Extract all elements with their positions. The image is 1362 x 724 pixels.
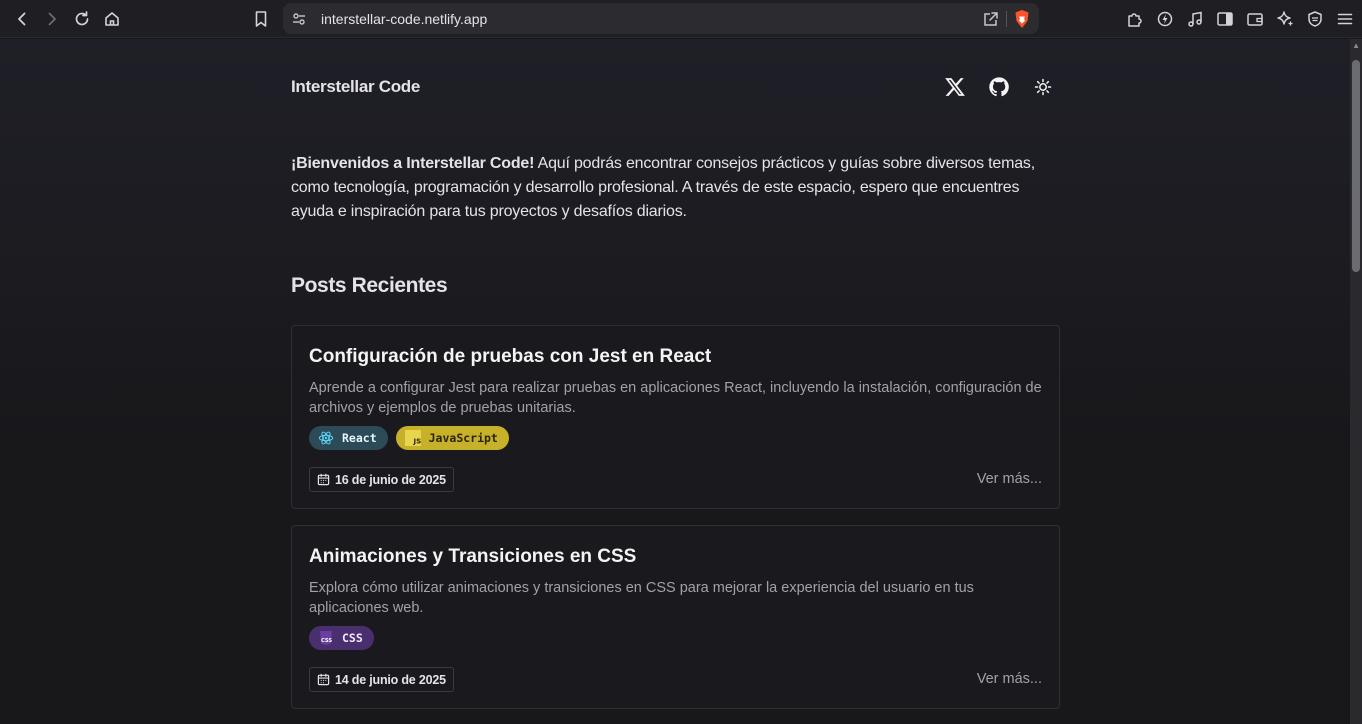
tag-javascript: JS JavaScript xyxy=(395,426,509,450)
brave-shields-icon[interactable] xyxy=(1013,9,1031,29)
post-card[interactable]: Animaciones y Transiciones en CSS Explor… xyxy=(291,525,1060,709)
site-title[interactable]: Interstellar Code xyxy=(291,77,420,97)
section-heading: Posts Recientes xyxy=(291,274,448,297)
read-more-link[interactable]: Ver más... xyxy=(977,671,1042,687)
x-logo-icon[interactable] xyxy=(940,72,970,102)
post-description: Aprende a configurar Jest para realizar … xyxy=(309,380,1042,416)
back-icon[interactable] xyxy=(7,4,37,34)
wallet-icon[interactable] xyxy=(1240,4,1270,34)
tag-list: React JS JavaScript xyxy=(309,426,509,450)
sidebar-icon[interactable] xyxy=(1210,4,1240,34)
vpn-shield-icon[interactable] xyxy=(1300,4,1330,34)
post-date-text: 14 de junio de 2025 xyxy=(335,672,446,687)
tag-label: React xyxy=(342,431,377,445)
scroll-up-icon[interactable]: ▲ xyxy=(1352,41,1360,50)
intro-paragraph: ¡Bienvenidos a Interstellar Code! Aquí p… xyxy=(291,152,1061,224)
tag-css: CSS CSS xyxy=(309,626,374,650)
post-date-text: 16 de junio de 2025 xyxy=(335,472,446,487)
calendar-icon xyxy=(317,673,330,686)
react-icon xyxy=(318,430,334,446)
page-content: Interstellar Code ¡Bienvenidos a Interst… xyxy=(0,39,1350,724)
browser-toolbar: interstellar-code.netlify.app xyxy=(0,0,1362,38)
post-description: Explora cómo utilizar animaciones y tran… xyxy=(309,580,974,616)
tag-label: JavaScript xyxy=(428,431,498,445)
forward-icon[interactable] xyxy=(37,4,67,34)
svg-text:JS: JS xyxy=(412,438,421,446)
header-actions xyxy=(940,72,1058,102)
post-card[interactable]: Configuración de pruebas con Jest en Rea… xyxy=(291,325,1060,509)
github-icon[interactable] xyxy=(984,72,1014,102)
url-text[interactable]: interstellar-code.netlify.app xyxy=(321,11,487,27)
leo-icon[interactable] xyxy=(1150,4,1180,34)
sun-icon[interactable] xyxy=(1028,72,1058,102)
puzzle-icon[interactable] xyxy=(1120,4,1150,34)
javascript-icon: JS xyxy=(404,430,421,446)
share-icon[interactable] xyxy=(982,10,1000,28)
music-icon[interactable] xyxy=(1180,4,1210,34)
bookmark-icon[interactable] xyxy=(246,4,276,34)
tag-label: CSS xyxy=(342,631,363,645)
url-separator xyxy=(1006,10,1007,27)
calendar-icon xyxy=(317,473,330,486)
ai-sparkle-icon[interactable] xyxy=(1270,4,1300,34)
post-date: 16 de junio de 2025 xyxy=(309,467,454,492)
reload-icon[interactable] xyxy=(67,4,97,34)
intro-bold: ¡Bienvenidos a Interstellar Code! xyxy=(291,155,535,172)
read-more-link[interactable]: Ver más... xyxy=(977,471,1042,487)
home-icon[interactable] xyxy=(97,4,127,34)
nav-buttons xyxy=(7,4,127,34)
menu-icon[interactable] xyxy=(1330,4,1360,34)
post-date: 14 de junio de 2025 xyxy=(309,667,454,692)
tag-list: CSS CSS xyxy=(309,626,374,650)
extensions-bar xyxy=(1120,4,1360,34)
scrollbar-thumb[interactable] xyxy=(1352,60,1360,272)
svg-text:CSS: CSS xyxy=(321,638,332,644)
css-icon: CSS xyxy=(318,630,334,646)
site-settings-icon[interactable] xyxy=(285,12,313,26)
post-title[interactable]: Configuración de pruebas con Jest en Rea… xyxy=(309,346,711,368)
post-title[interactable]: Animaciones y Transiciones en CSS xyxy=(309,546,636,568)
address-bar[interactable]: interstellar-code.netlify.app xyxy=(283,3,1039,34)
tag-react: React xyxy=(309,426,388,450)
